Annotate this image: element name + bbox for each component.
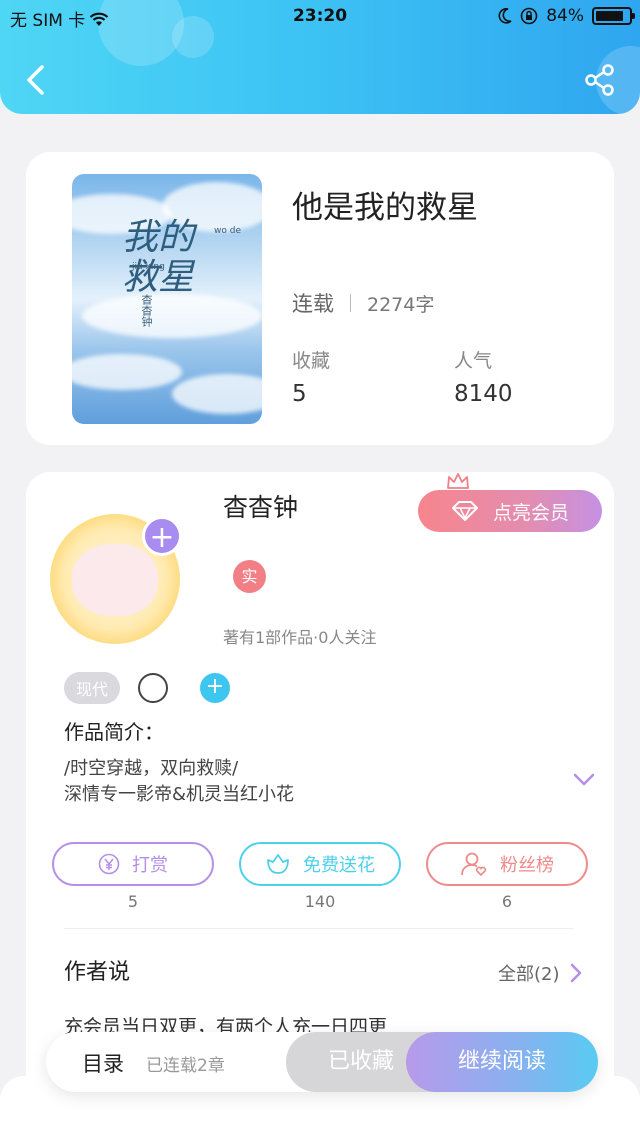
- author-card: + 杳杳钟 实 著有1部作品·0人关注 点亮会员 现代 + 作品简介： /时空穿…: [26, 472, 614, 1112]
- popularity-value: 8140: [454, 381, 513, 407]
- flower-count: 140: [304, 892, 336, 911]
- tag-row: 现代 +: [64, 672, 231, 704]
- tag-placeholder-circle[interactable]: [138, 673, 169, 703]
- cover-title-text: 我的 救星: [122, 217, 195, 298]
- word-count: 2274字: [367, 293, 435, 316]
- fan-count: 6: [501, 892, 513, 911]
- real-name-badge: 实: [233, 560, 266, 593]
- genre-tag[interactable]: 现代: [64, 672, 121, 704]
- status-bar: 无 SIM 卡 23:20 84%: [0, 0, 640, 34]
- intro-text: /时空穿越，双向救赎/ 深情专一影帝&机灵当红小花: [64, 756, 294, 808]
- favorites-stat: 收藏 5: [292, 346, 330, 407]
- cover-title: 我的 救星: [122, 218, 194, 298]
- expand-chevron-icon[interactable]: [572, 772, 596, 788]
- battery-fill: [596, 11, 623, 21]
- send-flower-button[interactable]: 免费送花: [239, 842, 401, 886]
- back-chevron-icon[interactable]: [24, 64, 46, 96]
- crown-icon: [447, 473, 469, 489]
- intro-line: 深情专一影帝&机灵当红小花: [64, 784, 295, 805]
- author-says-title: 作者说: [64, 960, 131, 985]
- favorites-value: 5: [292, 381, 307, 407]
- toc-button[interactable]: 目录: [82, 1048, 124, 1078]
- favorites-label: 收藏: [292, 350, 331, 372]
- add-tag-button[interactable]: +: [200, 673, 231, 703]
- battery-percent: 84%: [546, 6, 584, 26]
- yen-coin-icon: [98, 853, 120, 875]
- reward-label: 打赏: [132, 855, 168, 876]
- author-stats: 著有1部作品·0人关注: [223, 628, 377, 647]
- vip-button[interactable]: 点亮会员: [418, 490, 602, 532]
- cover-pinyin-2: jiu xing: [132, 262, 165, 272]
- author-name[interactable]: 杳杳钟: [223, 488, 298, 524]
- orientation-lock-icon: [520, 7, 538, 25]
- book-meta: 连载 2274字: [292, 288, 434, 318]
- battery-icon: [592, 7, 635, 25]
- moon-icon: [498, 8, 512, 24]
- cover-cloud: [82, 294, 262, 338]
- status-right: 84%: [498, 6, 635, 26]
- intro-line: /时空穿越，双向救赎/: [64, 758, 239, 779]
- continue-reading-button[interactable]: 继续阅读: [406, 1032, 598, 1092]
- author-says-all-link[interactable]: 全部(2): [498, 960, 582, 986]
- flower-icon: [267, 854, 289, 874]
- meta-divider: [350, 294, 351, 312]
- reward-count: 5: [127, 892, 139, 911]
- book-cover[interactable]: 我的 救星 wo de jiu xing 杳杳钟: [72, 174, 262, 424]
- book-info-card: 我的 救星 wo de jiu xing 杳杳钟 他是我的救星 连载 2274字…: [26, 152, 614, 445]
- intro-title: 作品简介：: [64, 720, 164, 744]
- cover-cloud: [172, 374, 262, 414]
- all-count-label: 全部(2): [498, 964, 560, 985]
- section-divider: [64, 928, 574, 929]
- fan-ranking-button[interactable]: 粉丝榜: [426, 842, 588, 886]
- bottom-action-bar: 目录 已连载2章 已收藏 继续阅读: [46, 1032, 598, 1092]
- toc-status: 已连载2章: [146, 1056, 225, 1076]
- popularity-stat: 人气 8140: [454, 346, 513, 407]
- vip-button-label: 点亮会员: [492, 501, 569, 524]
- chevron-right-icon: [570, 963, 581, 983]
- send-flower-label: 免费送花: [303, 855, 375, 876]
- cover-cloud: [72, 354, 182, 390]
- fan-ranking-label: 粉丝榜: [500, 855, 554, 876]
- cover-author: 杳杳钟: [140, 294, 153, 327]
- reward-button[interactable]: 打赏: [52, 842, 214, 886]
- popularity-label: 人气: [454, 350, 493, 372]
- book-status: 连载: [292, 292, 334, 316]
- diamond-icon: [451, 501, 478, 521]
- cover-pinyin: wo de: [214, 226, 241, 236]
- share-icon[interactable]: [584, 64, 616, 96]
- follow-author-button[interactable]: +: [142, 516, 182, 556]
- book-title: 他是我的救星: [292, 190, 478, 226]
- fan-user-icon: [461, 852, 487, 877]
- header: 无 SIM 卡 23:20 84%: [0, 0, 640, 114]
- avatar-character: [72, 544, 158, 616]
